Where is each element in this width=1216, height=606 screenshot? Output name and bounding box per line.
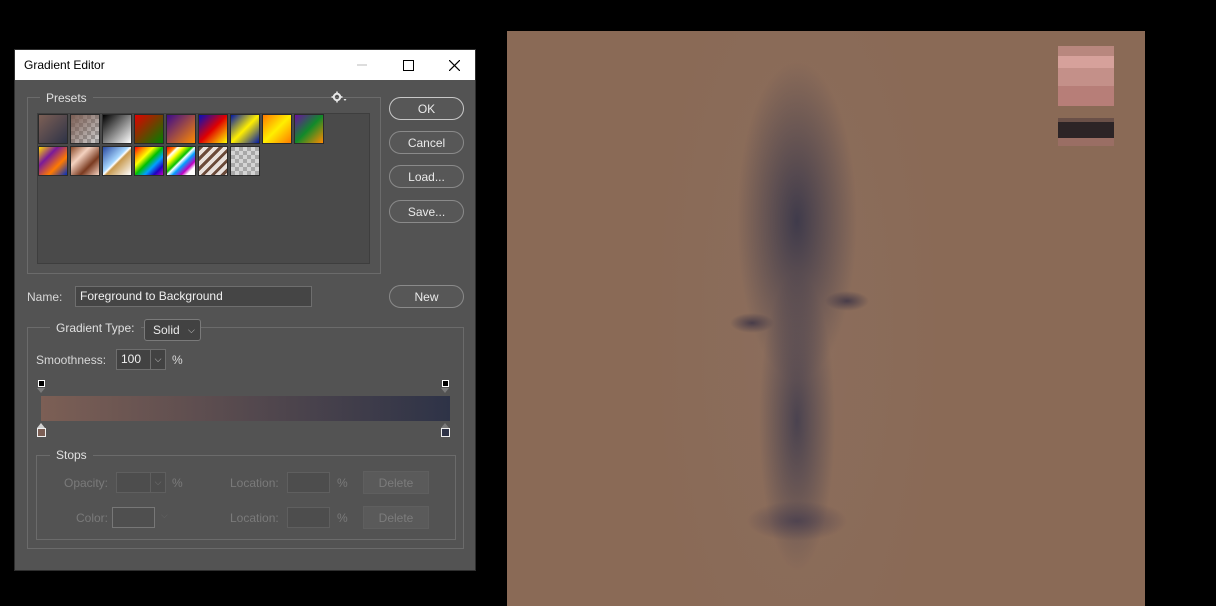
presets-list[interactable] (37, 113, 370, 264)
color-delete-button[interactable]: Delete (363, 506, 429, 529)
stops-label: Stops (50, 448, 93, 462)
color-location-field[interactable] (287, 507, 330, 528)
chevron-down-icon: ⌵ (188, 325, 195, 335)
opacity-location-unit: % (337, 476, 348, 490)
preset-swatch[interactable] (230, 114, 260, 144)
preset-swatch[interactable] (102, 114, 132, 144)
smoothness-label: Smoothness: (36, 353, 107, 367)
preset-swatch[interactable] (70, 114, 100, 144)
minimize-icon (357, 64, 367, 66)
opacity-stop-right[interactable] (442, 380, 449, 387)
cancel-button[interactable]: Cancel (389, 131, 464, 154)
opacity-stop-left-pointer (37, 388, 45, 393)
color-location-label: Location: (230, 511, 279, 525)
preset-swatch[interactable] (166, 114, 196, 144)
gear-icon (331, 91, 347, 103)
opacity-location-label: Location: (230, 476, 279, 490)
opacity-field[interactable]: ⌵ (116, 472, 166, 493)
smoothness-unit: % (172, 353, 183, 367)
opacity-dropdown[interactable]: ⌵ (150, 473, 165, 492)
preset-swatch[interactable] (134, 114, 164, 144)
opacity-stop-left[interactable] (38, 380, 45, 387)
save-button[interactable]: Save... (389, 200, 464, 223)
opacity-location-field[interactable] (287, 472, 330, 493)
color-swatch-field[interactable] (112, 507, 155, 528)
maximize-button[interactable] (385, 50, 431, 80)
smoothness-field[interactable]: 100 ⌵ (116, 349, 166, 370)
preset-swatch[interactable] (294, 114, 324, 144)
color-label: Color: (76, 511, 109, 525)
load-button[interactable]: Load... (389, 165, 464, 188)
maximize-icon (402, 59, 414, 71)
opacity-label: Opacity: (64, 476, 109, 490)
preset-swatch[interactable] (70, 146, 100, 176)
title-bar[interactable]: Gradient Editor (15, 50, 475, 80)
gradient-editor-dialog: Gradient Editor Presets OK Cancel Load..… (14, 49, 476, 571)
opacity-stop-right-pointer (441, 388, 449, 393)
document-canvas[interactable] (507, 31, 1145, 606)
name-label: Name: (27, 290, 63, 304)
minimize-button[interactable] (339, 50, 385, 80)
color-swatch-strip (1058, 46, 1114, 146)
preset-swatch[interactable] (134, 146, 164, 176)
new-button[interactable]: New (389, 285, 464, 308)
color-stop-left[interactable] (37, 428, 46, 437)
close-icon (448, 59, 460, 71)
opacity-delete-button[interactable]: Delete (363, 471, 429, 494)
chevron-down-icon: ⌵ (161, 510, 168, 520)
preset-swatch[interactable] (38, 146, 68, 176)
preset-swatch[interactable] (262, 114, 292, 144)
preset-swatch[interactable] (230, 146, 260, 176)
presets-menu-button[interactable] (331, 91, 349, 105)
preset-swatch[interactable] (198, 146, 228, 176)
color-stop-right[interactable] (441, 428, 450, 437)
gradient-type-select[interactable]: Solid ⌵ (144, 319, 201, 341)
dialog-title: Gradient Editor (24, 58, 105, 72)
preset-swatch[interactable] (38, 114, 68, 144)
preset-swatch[interactable] (102, 146, 132, 176)
ok-button[interactable]: OK (389, 97, 464, 120)
presets-label: Presets (40, 91, 93, 105)
gradient-type-label: Gradient Type: (50, 321, 141, 335)
opacity-unit: % (172, 476, 183, 490)
preset-swatch[interactable] (166, 146, 196, 176)
smoothness-value: 100 (121, 352, 142, 366)
gradient-preview-bar[interactable] (41, 396, 450, 421)
smoothness-dropdown[interactable]: ⌵ (150, 350, 165, 369)
close-button[interactable] (431, 50, 477, 80)
gradient-type-value: Solid (153, 323, 180, 337)
name-field[interactable]: Foreground to Background (75, 286, 312, 307)
preset-swatch[interactable] (198, 114, 228, 144)
color-location-unit: % (337, 511, 348, 525)
